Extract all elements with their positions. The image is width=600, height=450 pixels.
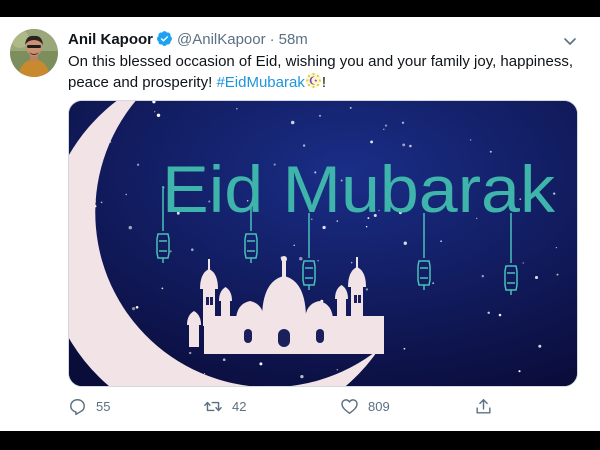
star: [189, 351, 192, 355]
star: [319, 114, 321, 117]
retweet-count: 42: [232, 398, 247, 414]
star: [383, 128, 385, 131]
star: [299, 257, 303, 261]
share-button[interactable]: [474, 395, 493, 417]
star: [522, 262, 524, 264]
author-name[interactable]: Anil Kapoor: [68, 31, 153, 48]
star: [259, 362, 263, 366]
star: [555, 246, 558, 249]
star: [317, 260, 319, 262]
star: [293, 244, 295, 246]
star: [136, 163, 140, 166]
star: [290, 120, 295, 125]
tweet-header: Anil Kapoor @AnilKapoor · 58m: [68, 30, 308, 50]
star: [161, 287, 164, 290]
tweet-image[interactable]: Eid Mubarak: [68, 100, 578, 387]
verified-badge-icon: [156, 30, 173, 51]
star: [336, 369, 339, 371]
like-count: 809: [368, 398, 390, 414]
star: [556, 273, 559, 276]
star: [440, 240, 442, 243]
star: [135, 305, 139, 309]
star: [125, 193, 127, 196]
heart-icon: [340, 397, 359, 416]
tweet-text: On this blessed occasion of Eid, wishing…: [68, 52, 578, 95]
star: [302, 144, 306, 147]
star: [403, 347, 406, 350]
star: [322, 225, 326, 230]
star: [498, 313, 502, 317]
star: [300, 374, 304, 379]
share-icon: [474, 397, 493, 416]
star: [350, 261, 353, 264]
crescent-star-emoji: [305, 72, 322, 95]
retweet-icon: [203, 397, 223, 416]
star: [236, 108, 238, 110]
tweet-card[interactable]: Anil Kapoor @AnilKapoor · 58m On this bless…: [0, 17, 600, 431]
star: [469, 139, 472, 141]
star: [222, 358, 226, 362]
avatar[interactable]: [10, 29, 58, 77]
star: [481, 274, 485, 278]
star: [154, 111, 156, 113]
star: [370, 140, 374, 144]
tweet-timestamp[interactable]: 58m: [279, 31, 308, 48]
star: [156, 113, 161, 118]
author-handle[interactable]: @AnilKapoor: [177, 31, 266, 48]
star: [349, 106, 352, 109]
reply-count: 55: [96, 398, 111, 414]
star: [518, 370, 521, 373]
star: [191, 248, 194, 251]
tweet-actions: 55 42 809: [68, 395, 508, 417]
star: [365, 288, 369, 291]
star: [169, 250, 172, 253]
star: [384, 124, 388, 127]
eid-mubarak-headline: Eid Mubarak: [162, 152, 556, 226]
star: [534, 275, 539, 280]
star: [365, 225, 368, 228]
star: [128, 225, 133, 230]
reply-icon: [68, 397, 87, 416]
star: [487, 311, 490, 315]
retweet-button[interactable]: 42: [203, 395, 246, 417]
star: [409, 144, 412, 148]
hashtag-link[interactable]: #EidMubarak: [216, 74, 304, 91]
star: [402, 143, 406, 147]
reply-button[interactable]: 55: [68, 395, 110, 417]
star: [131, 306, 136, 311]
star: [203, 372, 206, 375]
chevron-down-icon[interactable]: [562, 33, 578, 49]
star: [100, 201, 103, 204]
star: [401, 121, 405, 124]
star: [538, 344, 542, 348]
separator-dot: ·: [269, 31, 275, 48]
star: [403, 241, 407, 245]
like-button[interactable]: 809: [340, 395, 390, 417]
tweet-text-end: !: [321, 74, 326, 91]
star: [432, 282, 435, 285]
